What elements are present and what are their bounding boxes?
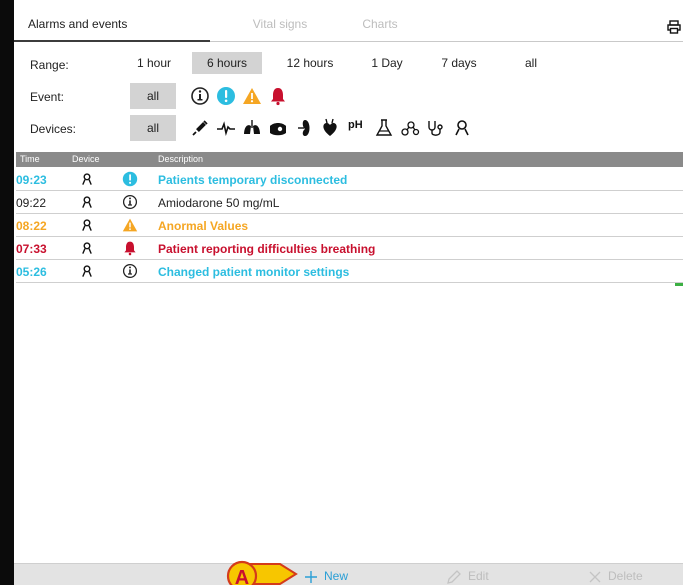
row-description: Amiodarone 50 mg/mL (158, 196, 280, 210)
kidney-icon[interactable] (294, 118, 314, 138)
header-description: Description (158, 154, 204, 164)
person-icon (82, 242, 92, 254)
close-icon (589, 571, 601, 583)
range-option-12-hours[interactable]: 12 hours (278, 52, 342, 74)
header-device: Device (72, 154, 100, 164)
notification-icon (122, 171, 138, 187)
events-table-header: Time Device Description (16, 152, 683, 167)
alarms-events-panel: Alarms and events Vital signs Charts Ran… (14, 0, 683, 585)
range-option-1-hour[interactable]: 1 hour (128, 52, 180, 74)
devices-filter-row: Devices: all pH (14, 115, 683, 142)
callout-marker-a: A (226, 560, 298, 585)
tab-bar: Alarms and events Vital signs Charts (14, 0, 683, 42)
stethoscope-icon[interactable] (426, 118, 446, 138)
scroll-marker (675, 283, 683, 286)
new-button-label: New (324, 569, 349, 583)
person-icon (82, 196, 92, 208)
range-filter-row: Range: 1 hour 6 hours 12 hours 1 Day 7 d… (14, 52, 683, 78)
edit-button[interactable]: Edit (446, 566, 489, 585)
molecule-icon[interactable] (400, 118, 420, 138)
devices-filter-all[interactable]: all (130, 115, 176, 141)
range-option-all[interactable]: all (516, 52, 546, 74)
person-icon (82, 173, 92, 185)
printer-icon[interactable] (667, 20, 681, 34)
person-icon (82, 265, 92, 277)
alarm-bell-icon[interactable] (268, 86, 288, 106)
table-row[interactable]: 09:22 Amiodarone 50 mg/mL (16, 191, 683, 214)
callout-letter: A (235, 567, 249, 585)
person-icon (82, 219, 92, 231)
table-row[interactable]: 07:33 Patient reporting difficulties bre… (16, 237, 683, 260)
row-description: Patients temporary disconnected (158, 173, 348, 187)
edit-button-label: Edit (468, 569, 489, 583)
ph-icon[interactable]: pH (348, 119, 368, 139)
range-label: Range: (30, 58, 69, 72)
header-time: Time (20, 154, 40, 164)
row-time: 09:23 (16, 173, 47, 187)
command-bar: New Edit Delete (14, 563, 683, 585)
syringe-icon[interactable] (190, 118, 210, 138)
tab-charts[interactable]: Charts (350, 0, 410, 42)
ventilator-icon[interactable] (268, 118, 288, 138)
pencil-icon (447, 569, 461, 584)
table-row[interactable]: 08:22 Anormal Values (16, 214, 683, 237)
lab-flask-icon[interactable] (374, 118, 394, 138)
plus-icon (305, 570, 317, 583)
row-description: Changed patient monitor settings (158, 265, 350, 279)
events-table-body: 09:23 Patients temporary disconnected 09… (16, 168, 683, 283)
tab-vital-signs[interactable]: Vital signs (210, 0, 350, 42)
delete-button[interactable]: Delete (588, 566, 643, 585)
info-icon[interactable] (190, 86, 210, 106)
event-filter-row: Event: all (14, 83, 683, 110)
notification-icon[interactable] (216, 86, 236, 106)
new-button[interactable]: New (304, 566, 348, 585)
row-time: 09:22 (16, 196, 47, 210)
range-option-7-days[interactable]: 7 days (432, 52, 486, 74)
table-row[interactable]: 05:26 Changed patient monitor settings (16, 260, 683, 283)
alarm-bell-icon (124, 241, 136, 256)
tab-alarms-and-events[interactable]: Alarms and events (14, 0, 210, 42)
range-option-6-hours[interactable]: 6 hours (192, 52, 262, 74)
window-frame-edge (0, 0, 14, 585)
devices-label: Devices: (30, 122, 77, 136)
warning-icon[interactable] (242, 86, 262, 106)
row-time: 05:26 (16, 265, 47, 279)
event-label: Event: (30, 90, 65, 104)
row-description: Patient reporting difficulties breathing (158, 242, 376, 256)
row-time: 08:22 (16, 219, 47, 233)
row-description: Anormal Values (158, 219, 249, 233)
lungs-icon[interactable] (242, 118, 262, 138)
person-icon[interactable] (452, 118, 472, 138)
row-time: 07:33 (16, 242, 47, 256)
heart-icon[interactable] (320, 118, 340, 138)
warning-icon (122, 218, 138, 232)
ecg-icon[interactable] (216, 118, 236, 138)
info-icon (122, 194, 138, 210)
event-filter-all[interactable]: all (130, 83, 176, 109)
delete-button-label: Delete (608, 569, 643, 583)
info-icon (122, 263, 138, 279)
table-row[interactable]: 09:23 Patients temporary disconnected (16, 168, 683, 191)
range-option-1-day[interactable]: 1 Day (362, 52, 412, 74)
